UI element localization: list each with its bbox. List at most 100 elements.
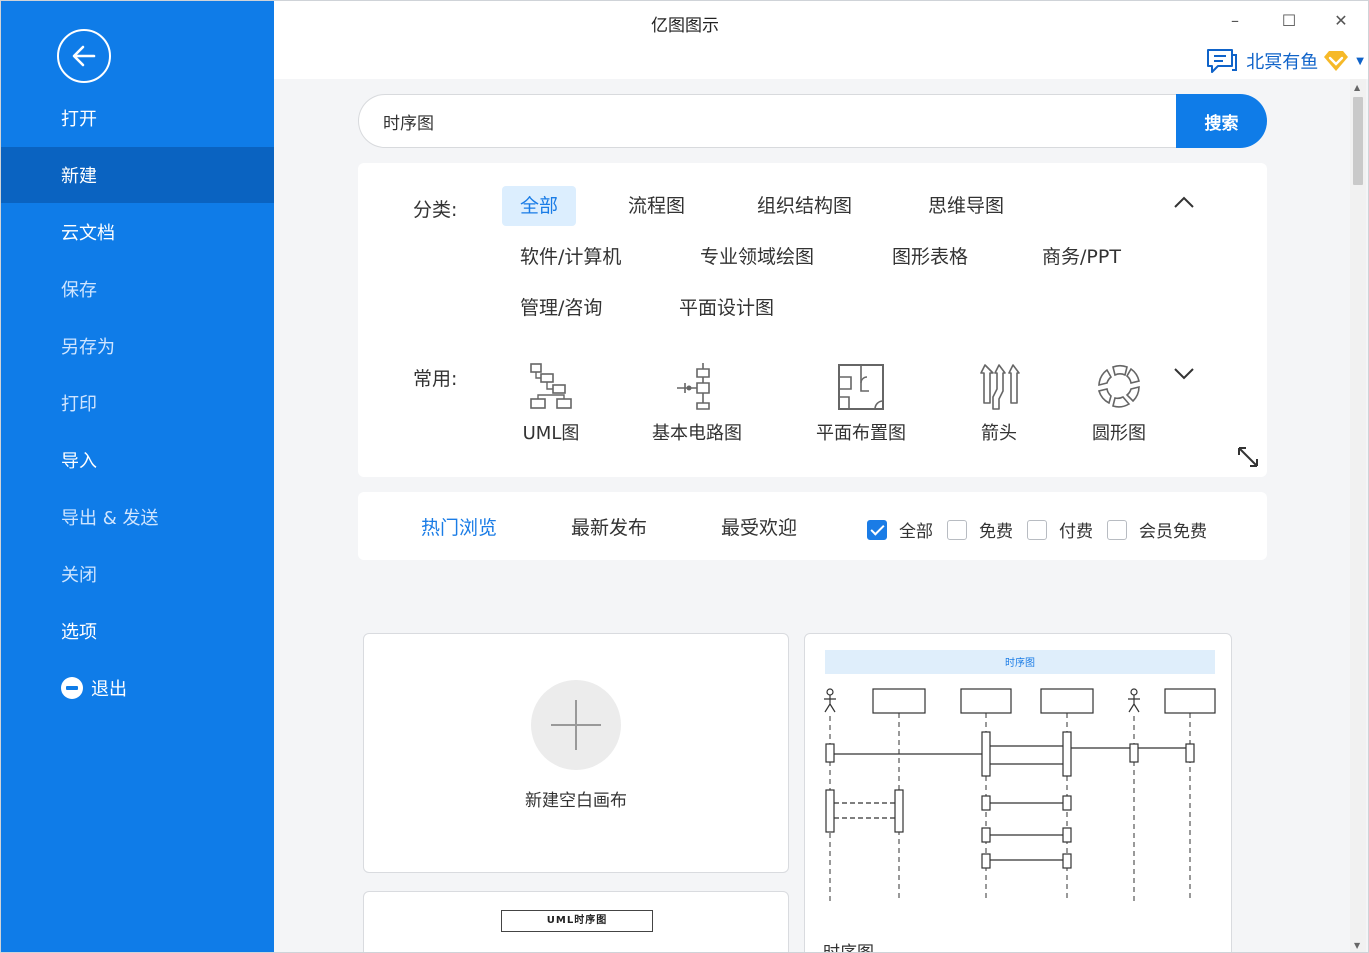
- filter-paid-checkbox[interactable]: 付费: [1027, 517, 1093, 542]
- tab-latest[interactable]: 最新发布: [571, 513, 647, 540]
- arrow-shapes-icon: [980, 364, 1020, 410]
- sidebar-item-label: 打印: [61, 394, 97, 415]
- sidebar-item-cloud-docs[interactable]: 云文档: [1, 204, 274, 260]
- category-tag-graphic-table[interactable]: 图形表格: [892, 237, 968, 277]
- sidebar-item-label: 云文档: [61, 223, 115, 244]
- common-item-label: UML图: [522, 423, 580, 444]
- search-button[interactable]: 搜索: [1176, 94, 1267, 148]
- chevron-up-icon[interactable]: [1173, 195, 1195, 209]
- checkbox-icon: [947, 519, 967, 540]
- main-content: 搜索 分类: 全部 流程图 组织结构图 思维导图 软件/计算机 专业领域绘图 图…: [274, 79, 1350, 953]
- scroll-down-icon[interactable]: ▼: [1354, 941, 1360, 950]
- tab-most-liked[interactable]: 最受欢迎: [721, 513, 797, 540]
- scrollbar-thumb[interactable]: [1353, 97, 1363, 185]
- back-button[interactable]: [57, 29, 111, 83]
- category-tag-flowchart[interactable]: 流程图: [628, 186, 685, 226]
- category-tag-business-ppt[interactable]: 商务/PPT: [1042, 237, 1121, 277]
- user-menu[interactable]: 北冥有鱼 ▼: [1206, 47, 1364, 75]
- arrow-left-icon: [72, 45, 96, 67]
- sidebar-item-new[interactable]: 新建: [1, 147, 274, 203]
- sidebar-item-open[interactable]: 打开: [1, 90, 274, 146]
- filter-label: 全部: [899, 522, 933, 542]
- category-tag-all[interactable]: 全部: [502, 186, 577, 226]
- common-item-floorplan[interactable]: 平面布置图: [791, 361, 931, 445]
- common-item-circuit[interactable]: 基本电路图: [627, 361, 767, 445]
- minus-circle-icon: [61, 677, 83, 699]
- sidebar-item-print[interactable]: 打印: [1, 375, 274, 431]
- app-window: 打开 新建 云文档 保存 另存为 打印 导入 导出 & 发送 关闭 选项 退出 …: [0, 0, 1369, 953]
- sidebar-item-options[interactable]: 选项: [1, 603, 274, 659]
- vip-diamond-icon: [1324, 51, 1349, 71]
- sidebar-item-save[interactable]: 保存: [1, 261, 274, 317]
- sidebar-item-label: 另存为: [61, 337, 115, 358]
- category-panel: 分类: 全部 流程图 组织结构图 思维导图 软件/计算机 专业领域绘图 图形表格…: [358, 163, 1267, 477]
- template-card-sequence[interactable]: 时序图 时序图: [804, 633, 1232, 953]
- card-label: 时序图: [823, 943, 874, 953]
- filter-all-checkbox[interactable]: 全部: [867, 517, 933, 542]
- minimize-button[interactable]: –: [1220, 9, 1250, 31]
- sort-filter-bar: 热门浏览 最新发布 最受欢迎 全部 免费 付费 会员免费: [358, 492, 1267, 560]
- common-item-uml[interactable]: UML图: [481, 361, 621, 445]
- close-button[interactable]: ✕: [1326, 9, 1356, 31]
- category-tag-software[interactable]: 软件/计算机: [520, 237, 621, 277]
- category-tag-professional[interactable]: 专业领域绘图: [700, 237, 814, 277]
- thumbnail-title: UML时序图: [501, 910, 653, 932]
- new-blank-canvas-card[interactable]: 新建空白画布: [363, 633, 789, 873]
- sidebar-item-label: 新建: [61, 166, 97, 187]
- common-item-circular[interactable]: 圆形图: [1049, 361, 1189, 445]
- tab-popular[interactable]: 热门浏览: [421, 513, 497, 540]
- checkbox-checked-icon: [867, 519, 887, 540]
- app-title: 亿图图示: [651, 16, 719, 36]
- sidebar-item-label: 导入: [61, 451, 97, 472]
- filter-free-checkbox[interactable]: 免费: [947, 517, 1013, 542]
- circuit-icon: [677, 363, 710, 410]
- checkbox-icon: [1027, 519, 1047, 540]
- common-item-label: 平面布置图: [816, 423, 906, 444]
- sidebar-item-label: 选项: [61, 622, 97, 643]
- category-tag-org-chart[interactable]: 组织结构图: [757, 186, 852, 226]
- sidebar: 打开 新建 云文档 保存 另存为 打印 导入 导出 & 发送 关闭 选项 退出: [1, 1, 274, 952]
- scroll-up-icon[interactable]: ▲: [1354, 83, 1360, 92]
- user-name: 北冥有鱼: [1246, 52, 1319, 73]
- circular-diagram-icon: [1097, 364, 1140, 408]
- floorplan-icon: [838, 364, 884, 410]
- filter-vip-free-checkbox[interactable]: 会员免费: [1107, 517, 1207, 542]
- sidebar-item-close[interactable]: 关闭: [1, 546, 274, 602]
- common-item-label: 圆形图: [1092, 423, 1146, 444]
- sidebar-item-label: 关闭: [61, 565, 97, 586]
- common-label: 常用:: [413, 368, 458, 390]
- search-bar: 搜索: [358, 94, 1267, 148]
- sidebar-item-label: 退出: [91, 679, 127, 700]
- sidebar-item-save-as[interactable]: 另存为: [1, 318, 274, 374]
- category-tag-mind-map[interactable]: 思维导图: [928, 186, 1004, 226]
- sidebar-item-label: 导出 & 发送: [61, 508, 159, 529]
- plus-icon: [531, 680, 621, 770]
- vertical-scrollbar[interactable]: ▲ ▼: [1350, 79, 1366, 952]
- checkbox-icon: [1107, 519, 1127, 540]
- filter-label: 会员免费: [1139, 522, 1207, 542]
- chat-icon: [1207, 49, 1238, 73]
- card-label: 新建空白画布: [525, 791, 627, 811]
- category-label: 分类:: [413, 199, 458, 221]
- filter-label: 免费: [979, 522, 1013, 542]
- template-thumbnail: 时序图: [824, 650, 1216, 901]
- maximize-button[interactable]: ☐: [1274, 9, 1304, 31]
- common-item-label: 箭头: [981, 423, 1017, 444]
- expand-icon[interactable]: [1236, 445, 1260, 469]
- uml-icon: [530, 363, 572, 409]
- sidebar-item-import[interactable]: 导入: [1, 432, 274, 488]
- sidebar-item-label: 保存: [61, 280, 97, 301]
- filter-label: 付费: [1059, 522, 1093, 542]
- search-input[interactable]: [358, 94, 1188, 148]
- template-card-uml-sequence[interactable]: UML时序图: [363, 891, 789, 952]
- category-tag-management[interactable]: 管理/咨询: [520, 288, 602, 328]
- common-item-label: 基本电路图: [652, 423, 742, 444]
- title-bar: 亿图图示 – ☐ ✕ 北冥有鱼 ▼: [274, 1, 1368, 79]
- chevron-down-icon[interactable]: [1173, 367, 1195, 381]
- chevron-down-icon: ▼: [1356, 55, 1364, 67]
- sidebar-item-export-send[interactable]: 导出 & 发送: [1, 489, 274, 545]
- sidebar-item-exit[interactable]: 退出: [1, 660, 274, 716]
- category-tag-graphic-design[interactable]: 平面设计图: [679, 288, 774, 328]
- common-item-arrows[interactable]: 箭头: [929, 361, 1069, 445]
- thumbnail-title: 时序图: [1005, 656, 1035, 669]
